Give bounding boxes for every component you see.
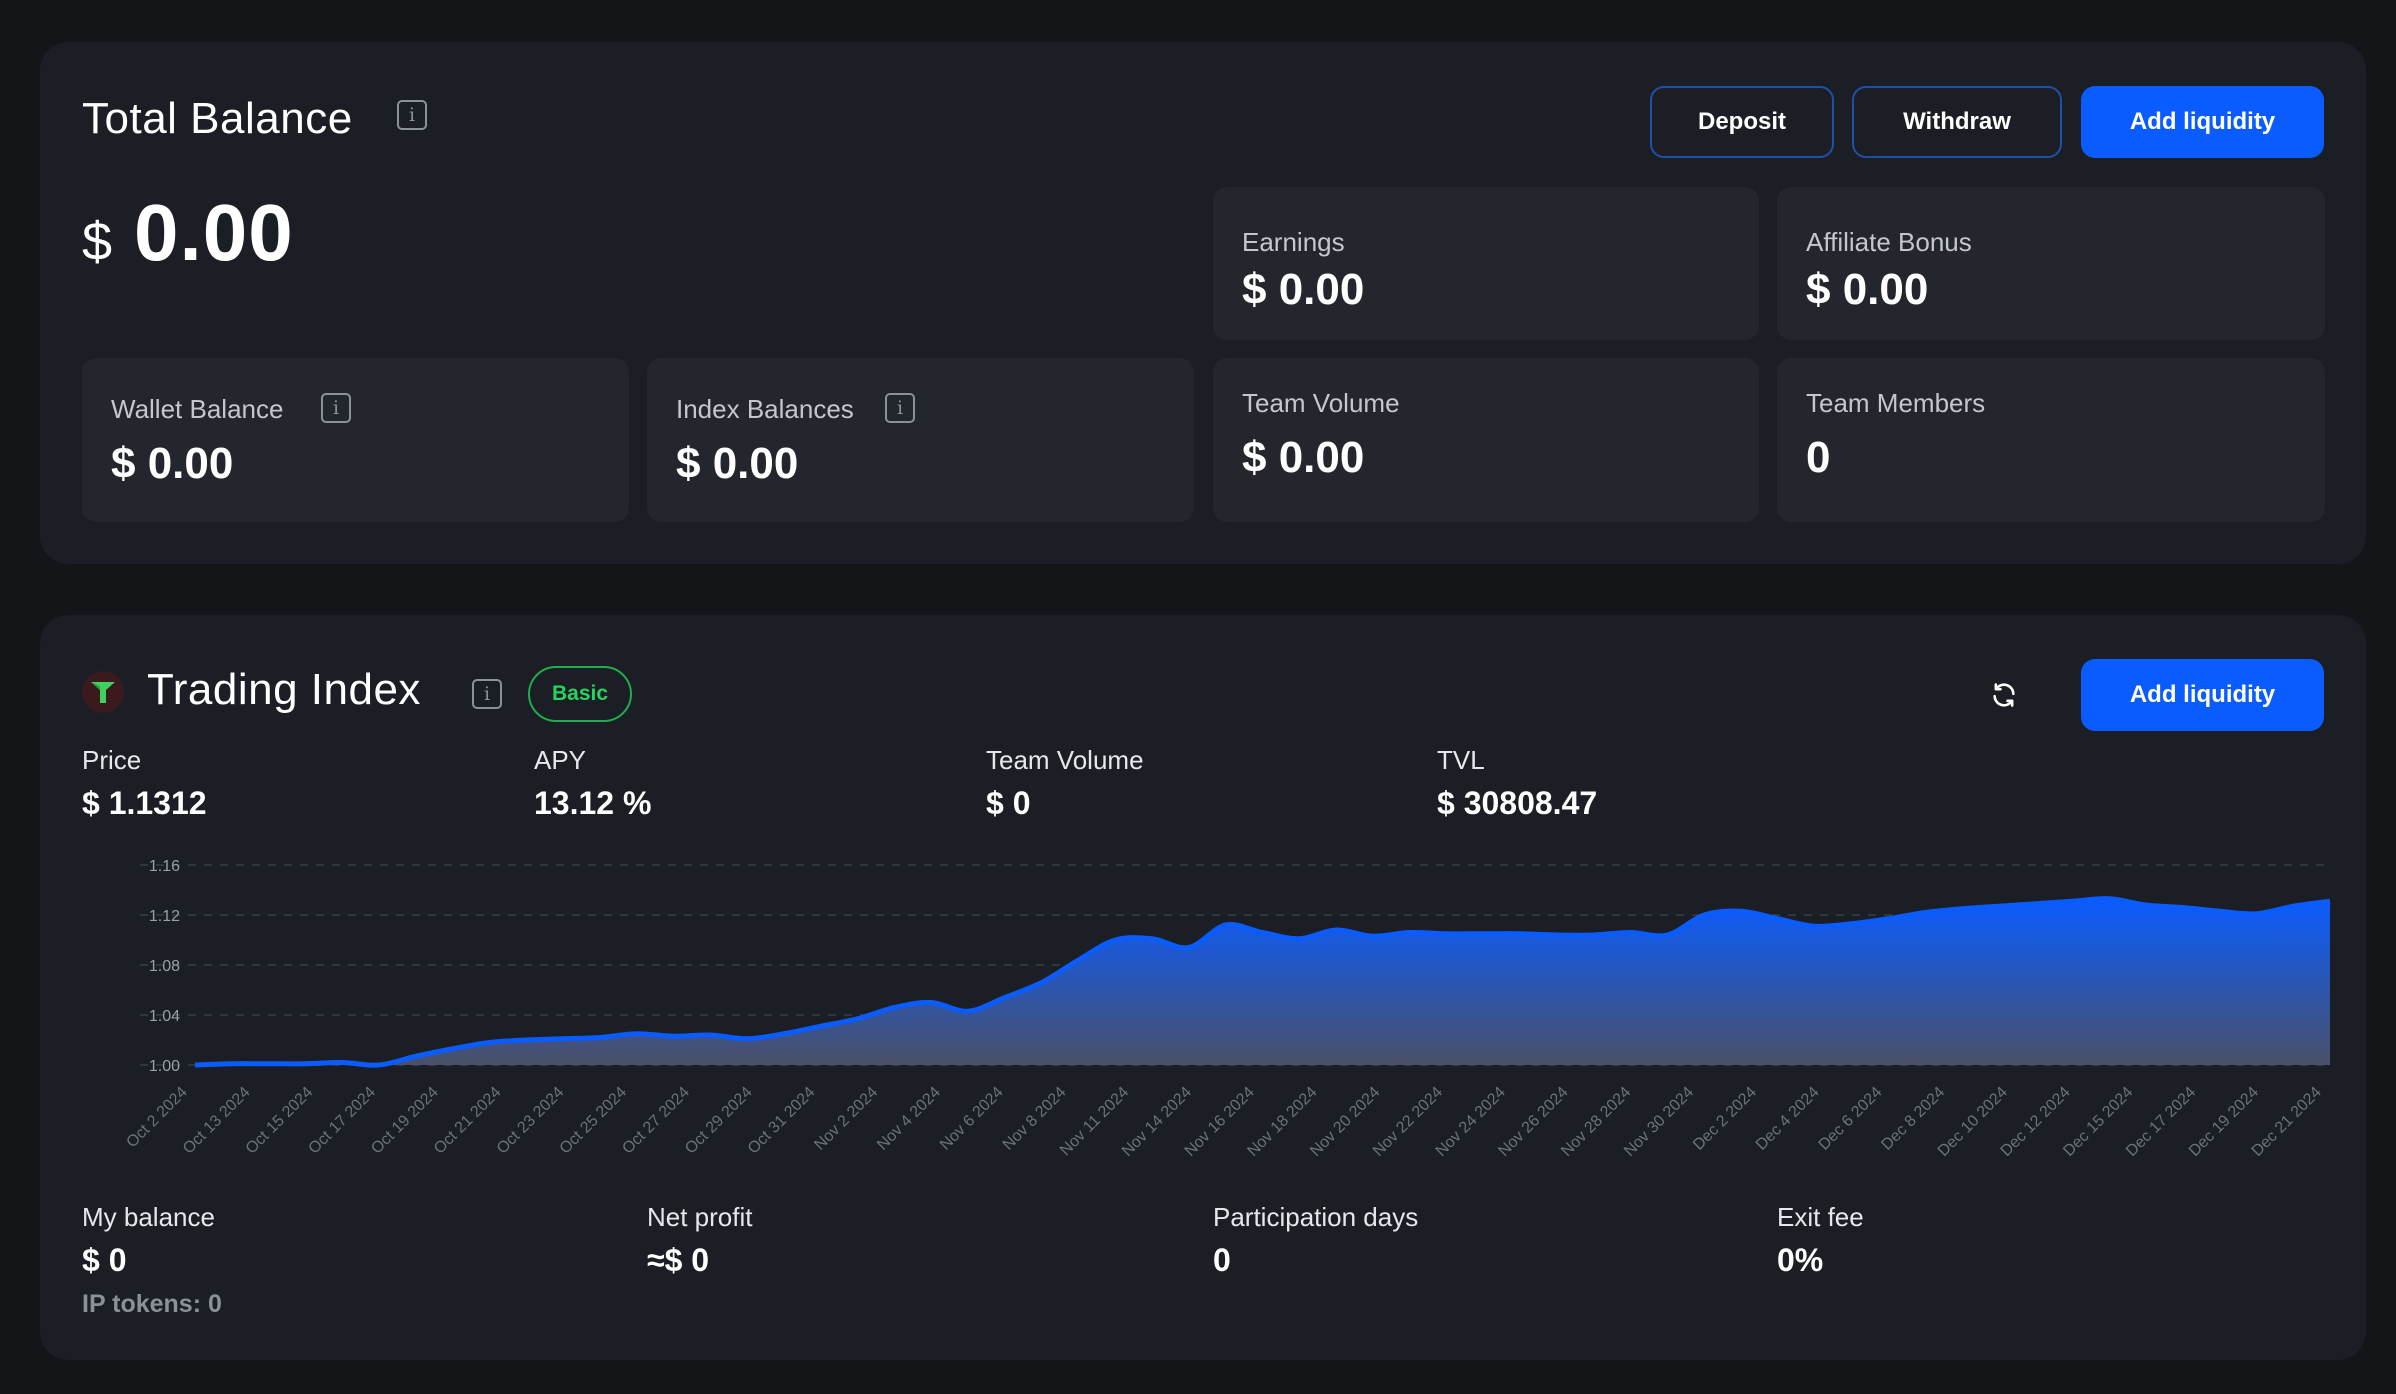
info-icon[interactable]: i	[472, 679, 502, 709]
tvl-label: TVL	[1437, 745, 1485, 775]
x-tick-label: Dec 4 2024	[1753, 1084, 1823, 1154]
x-tick-label: Dec 6 2024	[1816, 1084, 1886, 1154]
y-tick-label: 1.04	[149, 1008, 180, 1025]
y-tick-label: 1.16	[149, 858, 180, 875]
y-tick-label: 1.12	[149, 908, 180, 925]
y-tick-label: 1.00	[149, 1058, 180, 1075]
withdraw-button[interactable]: Withdraw	[1852, 86, 2062, 158]
affiliate-bonus-value: $ 0.00	[1806, 265, 1929, 314]
trading-index-logo-icon	[82, 671, 124, 713]
affiliate-bonus-label: Affiliate Bonus	[1806, 227, 1972, 257]
index-balances-tile: Index Balances i $ 0.00	[647, 358, 1194, 522]
apy-value: 13.12 %	[534, 785, 652, 821]
trading-index-title: Trading Index	[147, 665, 421, 714]
index-balances-label: Index Balances	[676, 394, 854, 424]
tvl-value: $ 30808.47	[1437, 785, 1598, 821]
wallet-balance-value: $ 0.00	[111, 439, 234, 488]
price-area-chart: 1.161.121.081.041.00 Oct 2 2024Oct 13 20…	[123, 858, 2331, 1160]
net-profit-label: Net profit	[647, 1202, 753, 1232]
index-balances-value: $ 0.00	[676, 439, 799, 488]
earnings-value: $ 0.00	[1242, 265, 1365, 314]
currency-symbol: $	[82, 212, 113, 272]
participation-days-value: 0	[1213, 1242, 1231, 1278]
team-volume-tile: Team Volume $ 0.00	[1213, 358, 1759, 522]
team-members-label: Team Members	[1806, 388, 1986, 418]
exit-fee-label: Exit fee	[1777, 1202, 1864, 1232]
price-label: Price	[82, 745, 142, 775]
team-volume-label: Team Volume	[1242, 388, 1400, 418]
earnings-label: Earnings	[1242, 227, 1345, 257]
add-liquidity-button[interactable]: Add liquidity	[2081, 86, 2324, 158]
affiliate-bonus-tile: Affiliate Bonus $ 0.00	[1777, 187, 2325, 340]
x-tick-label: Oct 2 2024	[123, 1084, 190, 1151]
total-balance-card: Total Balance i Deposit Withdraw Add liq…	[40, 42, 2366, 564]
info-icon[interactable]: i	[321, 393, 351, 423]
team-volume-value: $ 0	[986, 785, 1031, 821]
info-icon[interactable]: i	[885, 393, 915, 423]
team-members-tile: Team Members 0	[1777, 358, 2325, 522]
total-balance-amount: $ 0.00	[82, 187, 294, 279]
x-tick-label: Nov 6 2024	[937, 1084, 1007, 1154]
plan-badge: Basic	[528, 666, 632, 722]
net-profit-value: ≈$ 0	[647, 1242, 710, 1278]
x-tick-label: Dec 8 2024	[1878, 1084, 1948, 1154]
ip-tokens: IP tokens: 0	[82, 1290, 222, 1318]
wallet-balance-tile: Wallet Balance i $ 0.00	[82, 358, 629, 522]
info-icon[interactable]: i	[397, 100, 427, 130]
apy-label: APY	[534, 745, 587, 775]
total-balance-title: Total Balance	[82, 94, 353, 143]
add-liquidity-button[interactable]: Add liquidity	[2081, 659, 2324, 731]
x-tick-label: Nov 4 2024	[874, 1084, 944, 1154]
x-tick-label: Dec 2 2024	[1690, 1084, 1760, 1154]
y-tick-label: 1.08	[149, 958, 180, 975]
team-volume-label: Team Volume	[986, 745, 1144, 775]
trading-index-card: Trading Index i Basic Add liquidity Pric…	[40, 615, 2366, 1360]
earnings-tile: Earnings $ 0.00	[1213, 187, 1759, 340]
total-balance-value: 0.00	[134, 188, 294, 277]
x-tick-label: Nov 2 2024	[811, 1084, 881, 1154]
my-balance-value: $ 0	[82, 1242, 127, 1278]
refresh-icon[interactable]	[1984, 675, 2024, 715]
participation-days-label: Participation days	[1213, 1202, 1419, 1232]
team-volume-value: $ 0.00	[1242, 433, 1365, 482]
x-tick-label: Oct 31 2024	[745, 1084, 819, 1158]
x-tick-label: Nov 8 2024	[1000, 1084, 1070, 1154]
exit-fee-value: 0%	[1777, 1242, 1824, 1278]
wallet-balance-label: Wallet Balance	[111, 394, 284, 424]
price-value: $ 1.1312	[82, 785, 207, 821]
my-balance-label: My balance	[82, 1202, 215, 1232]
deposit-button[interactable]: Deposit	[1650, 86, 1834, 158]
team-members-value: 0	[1806, 433, 1831, 482]
